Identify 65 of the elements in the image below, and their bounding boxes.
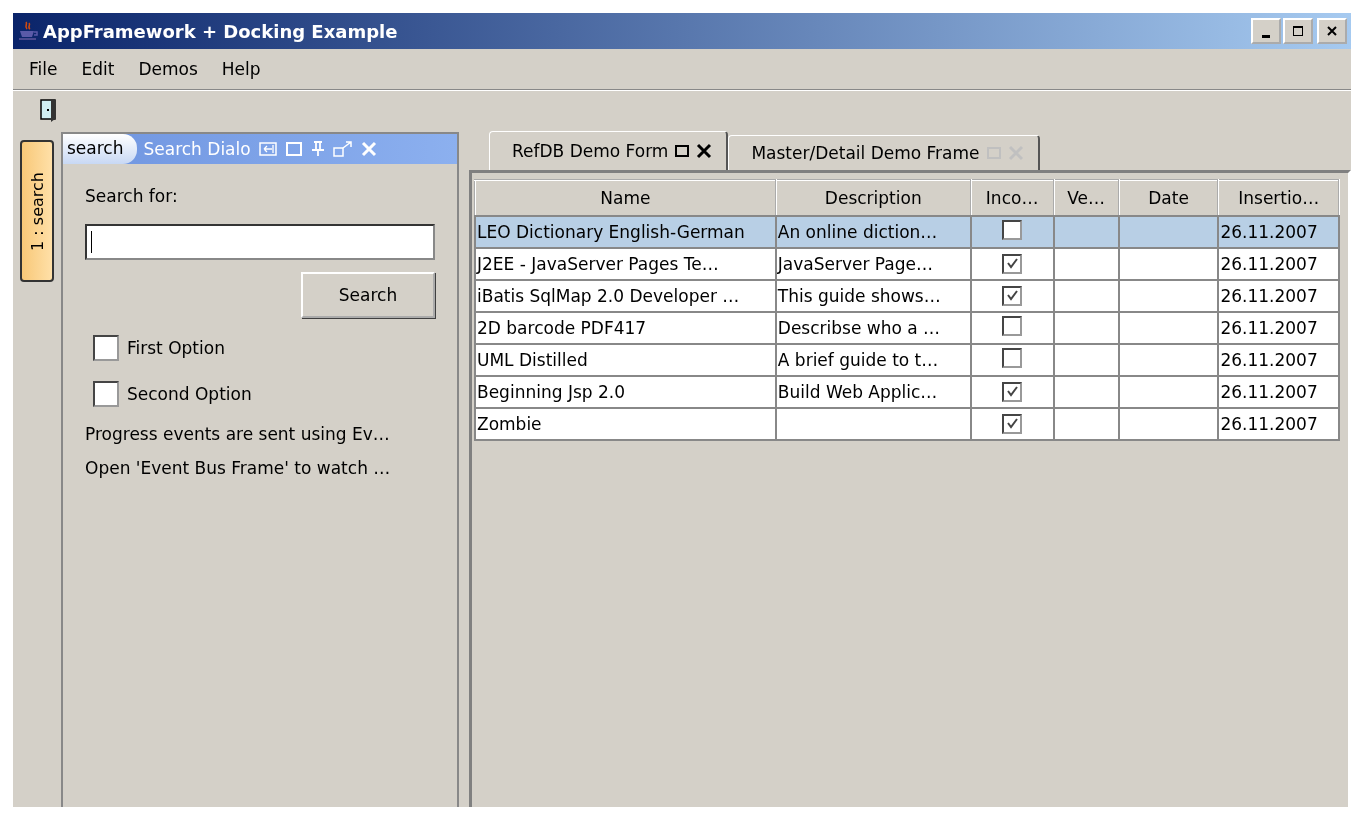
- minimize-icon: [1262, 34, 1270, 38]
- minimize-button[interactable]: [1251, 18, 1281, 44]
- checkbox[interactable]: [1002, 348, 1023, 368]
- maximize-icon[interactable]: [674, 143, 691, 159]
- table-cell: 26.11.2007: [1218, 312, 1339, 344]
- table-cell: 26.11.2007: [1218, 248, 1339, 280]
- panel-title: Search Dialo: [143, 139, 251, 159]
- search-button[interactable]: Search: [301, 272, 435, 318]
- check-icon: [1005, 256, 1020, 271]
- search-field[interactable]: [85, 224, 435, 260]
- table-cell: UML Distilled: [475, 344, 776, 376]
- column-header[interactable]: Date: [1118, 180, 1219, 216]
- table-cell: A brief guide to t…: [775, 344, 971, 376]
- column-header[interactable]: Insertio…: [1218, 180, 1339, 216]
- info-text: Open 'Event Bus Frame' to watch …: [85, 458, 392, 478]
- table-cell: Build Web Applic…: [775, 376, 971, 408]
- table-cell: Zombie: [475, 408, 776, 440]
- menu-item[interactable]: Demos: [126, 59, 210, 79]
- door-icon[interactable]: [39, 98, 57, 122]
- close-icon[interactable]: [696, 143, 713, 159]
- column-header[interactable]: Name: [475, 180, 776, 216]
- table-cell: JavaServer Page…: [775, 248, 971, 280]
- column-header[interactable]: Description: [775, 180, 971, 216]
- column-header[interactable]: Inco…: [970, 180, 1054, 216]
- check-icon: [1005, 416, 1020, 431]
- coffee-cup-icon: [17, 20, 39, 42]
- checkbox[interactable]: [1002, 316, 1023, 336]
- info-text: Progress events are sent using Ev…: [85, 424, 391, 444]
- column-header[interactable]: Ve…: [1053, 180, 1119, 216]
- table-cell: Beginning Jsp 2.0: [475, 376, 776, 408]
- document-tab[interactable]: RefDB Demo Form: [489, 131, 729, 170]
- window-title: AppFramework + Docking Example: [43, 20, 399, 42]
- check-icon: [1005, 384, 1020, 399]
- checkbox[interactable]: [1002, 253, 1023, 274]
- panel-tab[interactable]: search: [63, 134, 138, 164]
- close-icon: [1326, 25, 1338, 37]
- checkbox[interactable]: [93, 335, 119, 361]
- table-cell: 2D barcode PDF417: [475, 312, 776, 344]
- option-label: Second Option: [127, 384, 252, 404]
- option-label: First Option: [127, 338, 225, 358]
- menu-item[interactable]: File: [17, 59, 70, 79]
- checkbox[interactable]: [1002, 381, 1023, 402]
- maximize-icon: [1292, 25, 1304, 37]
- search-label: Search for:: [85, 186, 179, 206]
- checkbox[interactable]: [1002, 220, 1023, 240]
- checkbox[interactable]: [1002, 413, 1023, 434]
- table-cell: Describse who a …: [775, 312, 971, 344]
- table-cell: An online diction…: [775, 216, 971, 248]
- menu-item[interactable]: Edit: [69, 59, 127, 79]
- table-cell: 26.11.2007: [1218, 344, 1339, 376]
- table-cell: 26.11.2007: [1218, 216, 1339, 248]
- check-icon: [1005, 288, 1020, 303]
- table-cell: 26.11.2007: [1218, 280, 1339, 312]
- close-button[interactable]: [1317, 18, 1347, 44]
- maximize-button[interactable]: [1283, 18, 1313, 44]
- table-cell: J2EE - JavaServer Pages Te…: [475, 248, 776, 280]
- table-cell: 26.11.2007: [1218, 376, 1339, 408]
- side-tab[interactable]: 1 : search: [20, 140, 54, 282]
- table-cell: 26.11.2007: [1218, 408, 1339, 440]
- menu-item[interactable]: Help: [209, 59, 273, 79]
- table-cell: This guide shows…: [775, 280, 971, 312]
- table-cell: iBatis SqlMap 2.0 Developer …: [475, 280, 776, 312]
- table-cell: LEO Dictionary English-German: [475, 216, 776, 248]
- checkbox[interactable]: [93, 381, 119, 407]
- checkbox[interactable]: [1002, 285, 1023, 306]
